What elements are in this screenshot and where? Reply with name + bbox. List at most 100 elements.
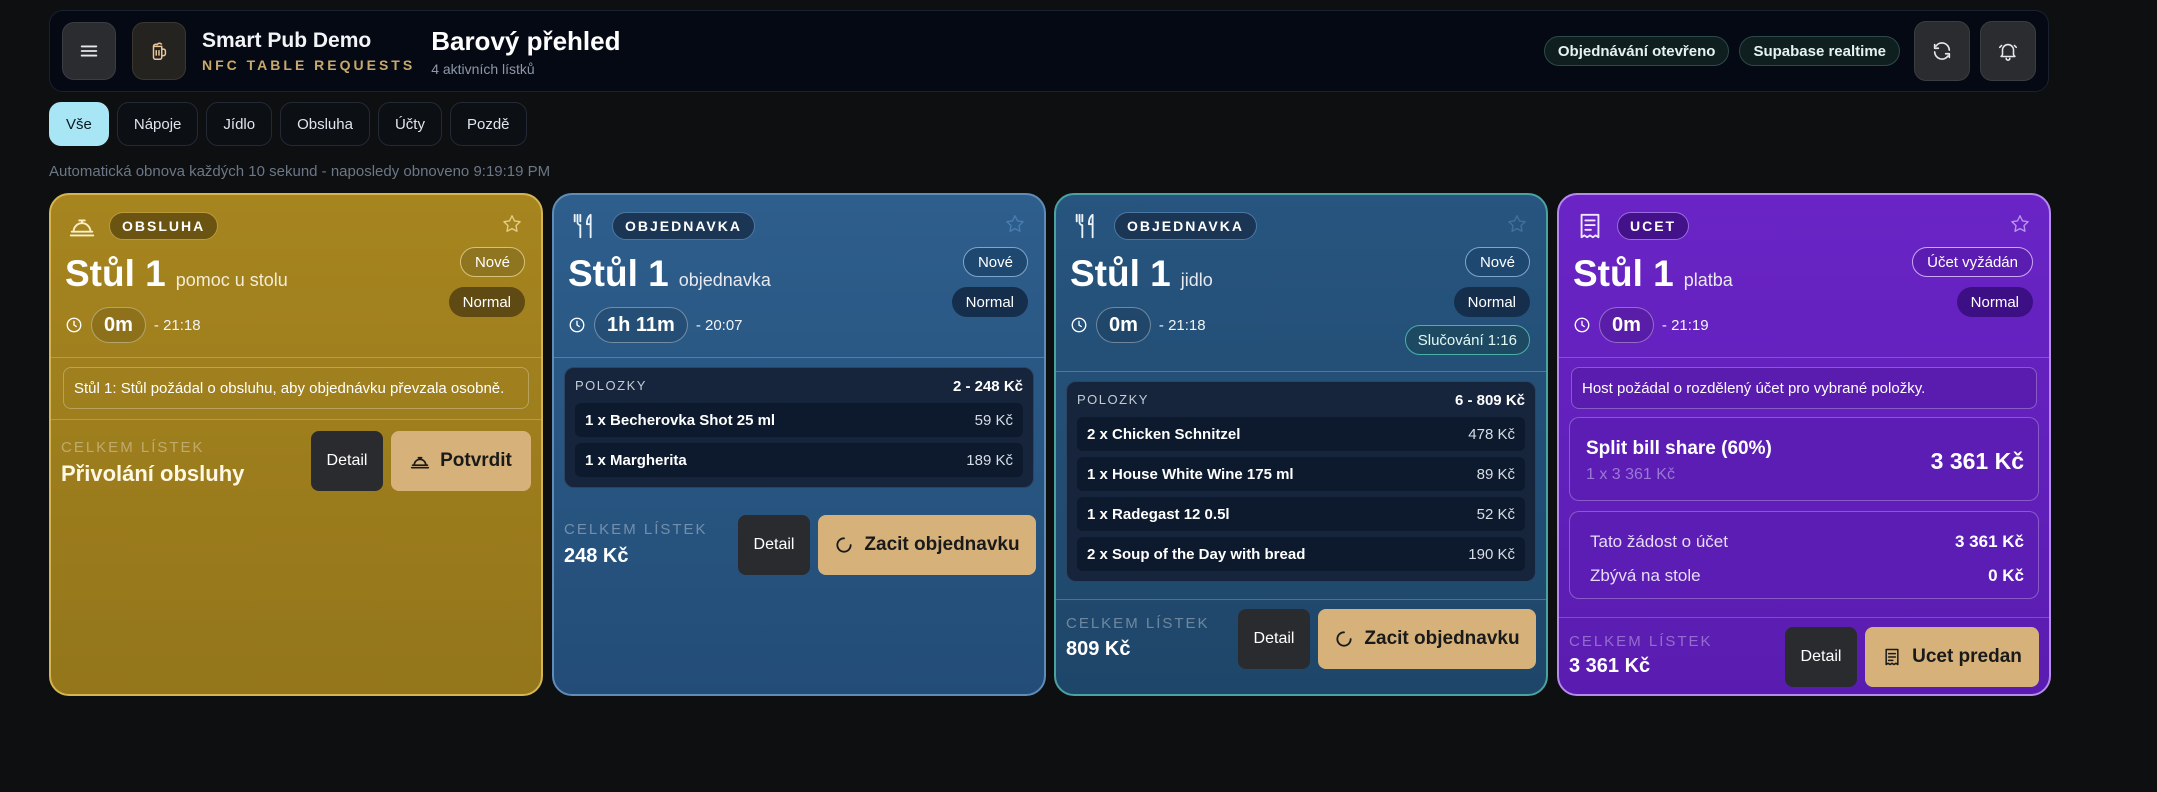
table-title: Stůl 1 pomoc u stolu: [65, 253, 288, 295]
split-title: Split bill share (60%): [1586, 438, 1772, 459]
item-name: 1 x Radegast 12 0.5l: [1087, 505, 1230, 523]
item-name: 1 x Becherovka Shot 25 ml: [585, 411, 776, 429]
created-time: - 21:18: [153, 316, 201, 334]
hamburger-icon: [80, 45, 98, 57]
confirm-label: Potvrdit: [440, 450, 512, 471]
table-name: Stůl 1: [1070, 253, 1171, 294]
item-price: 478 Kč: [1468, 425, 1515, 443]
time-row: 0m - 21:18: [65, 307, 201, 343]
elapsed-time: 0m: [91, 307, 146, 343]
bill-handed-label: Ucet predan: [1912, 646, 2022, 667]
ticket-type: OBJEDNAVKA: [568, 209, 755, 243]
elapsed-time: 0m: [1599, 307, 1654, 343]
split-amount: 3 361 Kč: [1930, 448, 2024, 474]
filter-bills[interactable]: Účty: [377, 102, 442, 146]
total-value: 809 Kč: [1066, 638, 1131, 660]
ordering-status-pill: Objednávání otevřeno: [1543, 36, 1730, 66]
detail-button[interactable]: Detail: [311, 431, 383, 491]
refresh-button[interactable]: [1914, 21, 1970, 81]
divider: [1056, 371, 1546, 372]
elapsed-time: 0m: [1096, 307, 1151, 343]
refresh-status: Automatická obnova každých 10 sekund - n…: [49, 163, 551, 180]
split-bill-share: Split bill share (60%) 1 x 3 361 Kč 3 36…: [1569, 417, 2039, 501]
ticket-card-food: OBJEDNAVKA Stůl 1 jidlo Nové Normal Sluč…: [1054, 193, 1548, 696]
notifications-button[interactable]: [1980, 21, 2036, 81]
total-value: Přivolání obsluhy: [61, 461, 245, 486]
item-price: 59 Kč: [974, 411, 1013, 429]
ticket-type: OBJEDNAVKA: [1070, 209, 1257, 243]
bill-request-label: Tato žádost o účet: [1590, 532, 1728, 551]
list-item: 1 x House White Wine 175 ml 89 Kč: [1077, 457, 1525, 491]
utensils-icon: [1070, 209, 1104, 243]
items-summary: 6 - 809 Kč: [1454, 392, 1525, 409]
filter-tabs: Vše Nápoje Jídlo Obsluha Účty Pozdě: [49, 102, 527, 146]
page-heading: Barový přehled 4 aktivních lístků: [431, 26, 620, 77]
detail-button[interactable]: Detail: [738, 515, 810, 575]
start-order-button[interactable]: Zacit objednavku: [1318, 609, 1536, 669]
start-order-label: Zacit objednavku: [864, 534, 1020, 555]
time-row: 0m - 21:19: [1573, 307, 1709, 343]
table-title: Stůl 1 objednavka: [568, 253, 771, 295]
ticket-type: UCET: [1573, 209, 1690, 243]
divider: [554, 357, 1044, 358]
start-order-button[interactable]: Zacit objednavku: [818, 515, 1036, 575]
brand-subtitle: NFC TABLE REQUESTS: [202, 57, 416, 73]
bill-handed-button[interactable]: Ucet predan: [1865, 627, 2039, 687]
filter-food[interactable]: Jídlo: [206, 102, 273, 146]
items-list: POLOZKY 2 - 248 Kč 1 x Becherovka Shot 2…: [564, 367, 1034, 488]
divider: [51, 419, 541, 420]
items-label: POLOZKY: [575, 378, 647, 393]
star-icon[interactable]: [2009, 213, 2031, 235]
brand-name: Smart Pub Demo: [202, 29, 372, 52]
type-badge: UCET: [1617, 212, 1690, 240]
items-header: POLOZKY 2 - 248 Kč: [575, 378, 1023, 395]
star-icon[interactable]: [1004, 213, 1026, 235]
created-time: - 21:19: [1661, 316, 1709, 334]
confirm-button[interactable]: Potvrdit: [391, 431, 531, 491]
status-badge: Nové: [962, 247, 1028, 277]
receipt-icon: [1885, 648, 1899, 666]
star-icon[interactable]: [1506, 213, 1528, 235]
brand: Smart Pub Demo NFC TABLE REQUESTS: [202, 29, 415, 73]
filter-service[interactable]: Obsluha: [280, 102, 370, 146]
item-price: 189 Kč: [966, 451, 1013, 469]
created-time: - 20:07: [695, 316, 743, 334]
request-kind: objednavka: [678, 270, 771, 290]
table-name: Stůl 1: [568, 253, 669, 294]
items-label: POLOZKY: [1077, 392, 1149, 407]
detail-button[interactable]: Detail: [1238, 609, 1310, 669]
remaining-value: 0 Kč: [1988, 566, 2024, 585]
total-label: CELKEM LÍSTEK: [1066, 615, 1210, 632]
filter-all[interactable]: Vše: [49, 102, 109, 146]
filter-drinks[interactable]: Nápoje: [116, 102, 199, 146]
divider: [1559, 357, 2049, 358]
priority-badge: Normal: [448, 287, 525, 317]
type-badge: OBSLUHA: [109, 212, 219, 240]
remaining-row: Zbývá na stole 0 Kč: [1590, 566, 2024, 586]
split-quantity: 1 x 3 361 Kč: [1586, 466, 1675, 483]
table-title: Stůl 1 jidlo: [1070, 253, 1213, 295]
table-name: Stůl 1: [65, 253, 166, 294]
priority-badge: Normal: [1453, 287, 1530, 317]
request-kind: pomoc u stolu: [175, 270, 288, 290]
items-summary: 2 - 248 Kč: [952, 378, 1023, 395]
created-time: - 21:18: [1158, 316, 1206, 334]
refresh-icon: [1933, 42, 1951, 60]
ticket-card-order: OBJEDNAVKA Stůl 1 objednavka Nové Normal…: [552, 193, 1046, 696]
total-label: CELKEM LÍSTEK: [61, 439, 205, 456]
star-icon[interactable]: [501, 213, 523, 235]
detail-button[interactable]: Detail: [1785, 627, 1857, 687]
divider: [51, 357, 541, 358]
type-badge: OBJEDNAVKA: [1114, 212, 1257, 240]
list-item: 2 x Soup of the Day with bread 190 Kč: [1077, 537, 1525, 571]
filter-late[interactable]: Pozdě: [449, 102, 527, 146]
top-bar: Smart Pub Demo NFC TABLE REQUESTS Barový…: [49, 10, 2049, 92]
priority-badge: Normal: [1956, 287, 2033, 317]
brand-logo: [132, 22, 186, 80]
menu-button[interactable]: [62, 22, 116, 80]
table-title: Stůl 1 platba: [1573, 253, 1733, 295]
divider: [1056, 599, 1546, 600]
ticket-card-service: OBSLUHA Stůl 1 pomoc u stolu Nové Normal…: [49, 193, 543, 696]
bill-request-value: 3 361 Kč: [1955, 532, 2024, 551]
beer-mug-icon: [152, 42, 167, 60]
